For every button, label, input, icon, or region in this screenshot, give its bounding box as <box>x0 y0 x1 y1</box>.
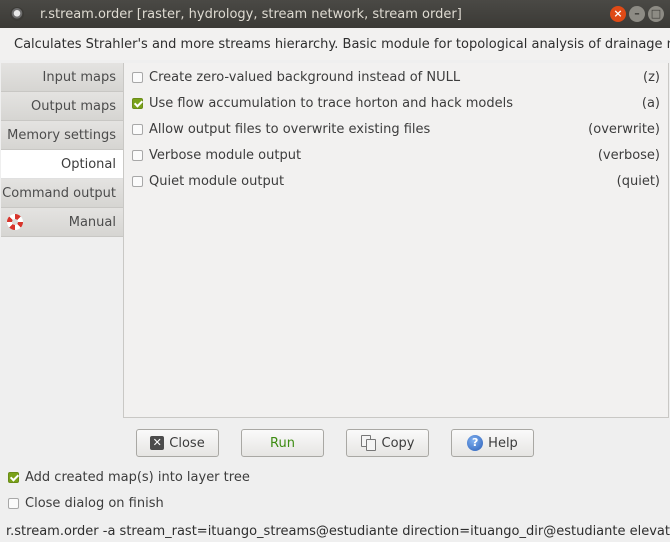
window-minimize-button[interactable]: – <box>629 6 645 22</box>
tab-output-maps[interactable]: Output maps <box>1 92 123 121</box>
app-menu-icon[interactable] <box>10 7 24 21</box>
tab-label: Input maps <box>42 69 116 85</box>
add-to-layer-tree-label: Add created map(s) into layer tree <box>25 469 250 485</box>
copy-button[interactable]: Copy <box>346 429 429 457</box>
option-checkbox[interactable] <box>132 123 143 135</box>
window-close-button[interactable]: × <box>610 6 626 22</box>
option-label: Verbose module output <box>149 147 302 163</box>
run-button-label: Run <box>270 435 295 451</box>
tab-input-maps[interactable]: Input maps <box>1 63 123 92</box>
lifebuoy-icon <box>7 214 23 230</box>
option-row-z[interactable]: Create zero-valued background instead of… <box>132 67 660 87</box>
option-flag: (quiet) <box>616 173 660 189</box>
option-row-a[interactable]: Use flow accumulation to trace horton an… <box>132 93 660 113</box>
close-icon: ✕ <box>150 436 165 450</box>
close-on-finish-checkbox[interactable] <box>8 497 19 509</box>
sidebar-tabs: Input maps Output maps Memory settings O… <box>1 63 123 237</box>
option-checkbox[interactable] <box>132 149 143 161</box>
module-description-bar: Calculates Strahler's and more streams h… <box>0 28 670 60</box>
close-button-label: Close <box>169 435 205 451</box>
copy-button-label: Copy <box>381 435 415 451</box>
close-on-finish-label: Close dialog on finish <box>25 495 164 511</box>
window-maximize-button[interactable]: □ <box>648 6 664 22</box>
option-row-verbose[interactable]: Verbose module output (verbose) <box>132 145 660 165</box>
option-label: Use flow accumulation to trace horton an… <box>149 95 514 111</box>
tab-command-output[interactable]: Command output <box>1 179 123 208</box>
add-to-layer-tree-option[interactable]: Add created map(s) into layer tree <box>8 467 250 487</box>
option-label: Allow output files to overwrite existing… <box>149 121 431 137</box>
option-row-quiet[interactable]: Quiet module output (quiet) <box>132 171 660 191</box>
add-to-layer-tree-checkbox[interactable] <box>8 471 19 483</box>
tab-memory-settings[interactable]: Memory settings <box>1 121 123 150</box>
option-flag: (a) <box>641 95 660 111</box>
option-checkbox[interactable] <box>132 175 143 187</box>
option-label: Quiet module output <box>149 173 285 189</box>
option-flag: (verbose) <box>597 147 660 163</box>
close-on-finish-option[interactable]: Close dialog on finish <box>8 493 164 513</box>
window-controls: × – □ <box>610 6 664 22</box>
option-flag: (overwrite) <box>588 121 660 137</box>
command-line-status: r.stream.order -a stream_rast=ituango_st… <box>6 524 670 539</box>
copy-icon <box>360 435 377 451</box>
optional-settings-panel: Create zero-valued background instead of… <box>123 63 669 418</box>
option-checkbox[interactable] <box>132 97 143 109</box>
tab-optional[interactable]: Optional <box>1 150 123 179</box>
window-title: r.stream.order [raster, hydrology, strea… <box>40 6 462 22</box>
tab-label: Manual <box>68 214 116 230</box>
option-checkbox[interactable] <box>132 71 143 83</box>
help-icon: ? <box>467 435 484 451</box>
tab-label: Memory settings <box>7 127 116 143</box>
module-description: Calculates Strahler's and more streams h… <box>14 36 670 52</box>
tab-label: Output maps <box>31 98 116 114</box>
run-button[interactable]: Run <box>241 429 324 457</box>
close-button[interactable]: ✕ Close <box>136 429 219 457</box>
help-button-label: Help <box>488 435 518 451</box>
tab-manual[interactable]: Manual <box>1 208 123 237</box>
tab-label: Command output <box>2 185 116 201</box>
tab-label: Optional <box>61 156 116 172</box>
option-flag: (z) <box>643 69 660 85</box>
option-label: Create zero-valued background instead of… <box>149 69 461 85</box>
help-button[interactable]: ? Help <box>451 429 534 457</box>
option-row-overwrite[interactable]: Allow output files to overwrite existing… <box>132 119 660 139</box>
title-bar: r.stream.order [raster, hydrology, strea… <box>0 0 670 28</box>
